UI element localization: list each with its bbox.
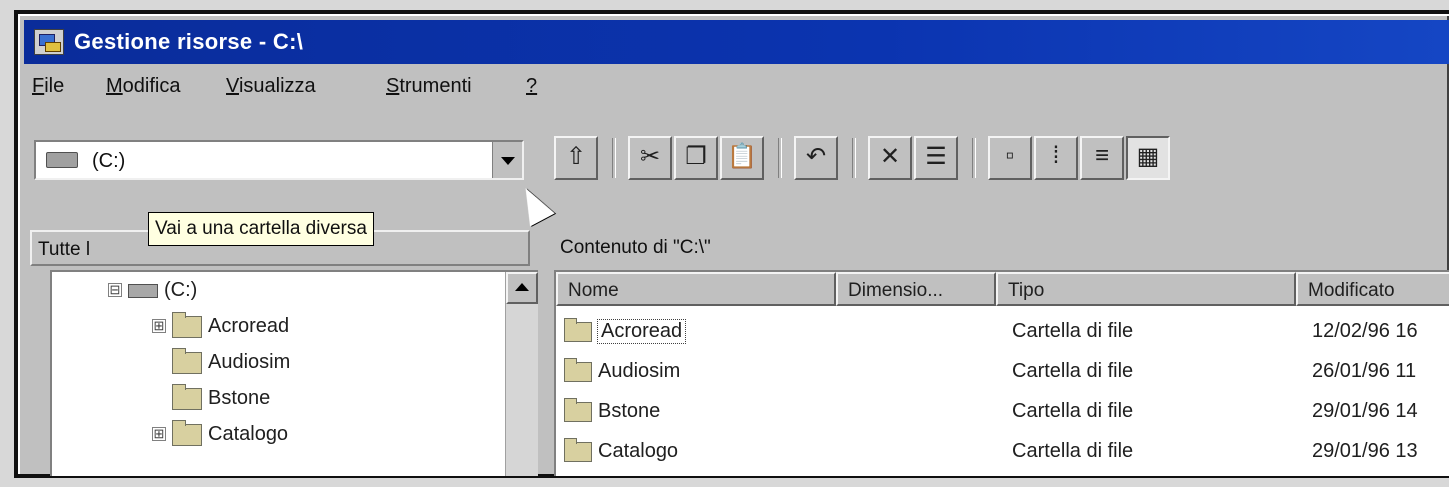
row-name: Bstone	[598, 400, 661, 422]
table-row[interactable]: Audiosim Cartella di file 26/01/96 11	[556, 352, 1449, 390]
folder-icon	[172, 312, 202, 338]
tooltip: Vai a una cartella diversa	[148, 212, 374, 246]
folder-icon	[172, 384, 202, 410]
row-name: Catalogo	[598, 440, 679, 462]
copy-button[interactable]: ❐	[674, 136, 718, 180]
menu-strumenti[interactable]: Strumenti	[386, 75, 472, 98]
tree-item-label: Bstone	[208, 387, 271, 409]
all-folders-label: Tutte l	[38, 239, 91, 260]
cut-button[interactable]: ✂	[628, 136, 672, 180]
small-icons-icon: ⁞	[1052, 142, 1060, 169]
explorer-icon[interactable]	[34, 29, 64, 55]
list-icon: ≡	[1094, 142, 1109, 169]
expand-icon[interactable]: ⊞	[152, 319, 166, 333]
chevron-down-icon[interactable]	[492, 142, 522, 178]
folder-icon	[564, 358, 592, 382]
table-row[interactable]: Catalogo Cartella di file 29/01/96 13	[556, 432, 1449, 470]
menu-bar: File Modifica Visualizza Strumenti ?	[24, 68, 1449, 104]
copy-icon: ❐	[685, 143, 707, 170]
column-header-type[interactable]: Tipo	[996, 272, 1296, 306]
column-header-size[interactable]: Dimensio...	[836, 272, 996, 306]
toolbar-separator	[778, 138, 782, 178]
properties-icon: ☰	[925, 143, 947, 170]
expand-icon[interactable]: ⊞	[152, 427, 166, 441]
file-list[interactable]: Nome Dimensio... Tipo Modificato Acrorea…	[554, 270, 1449, 476]
toolbar-separator	[612, 138, 616, 178]
tree-item-label: Catalogo	[208, 423, 289, 445]
collapse-icon[interactable]: ⊟	[108, 283, 122, 297]
row-modified: 26/01/96 11	[1312, 360, 1417, 382]
folder-icon	[564, 318, 592, 342]
column-header-modified[interactable]: Modificato	[1296, 272, 1449, 306]
cut-icon: ✂	[639, 143, 661, 170]
tree-item-drive-c[interactable]: ⊟ (C:)	[108, 276, 488, 306]
up-folder-icon: ⇧	[565, 143, 587, 170]
menu-modifica[interactable]: Modifica	[106, 75, 180, 98]
list-button[interactable]: ≡	[1080, 136, 1124, 180]
table-row[interactable]: Acroread Cartella di file 12/02/96 16	[556, 312, 1449, 350]
folder-icon	[172, 348, 202, 374]
folder-icon	[172, 420, 202, 446]
address-value: (C:)	[92, 150, 126, 172]
tree-item-label: Acroread	[208, 315, 290, 337]
tree-item-catalogo[interactable]: ⊞ Catalogo	[152, 420, 482, 450]
drive-icon	[128, 284, 158, 298]
row-type: Cartella di file	[1012, 360, 1134, 382]
address-combo[interactable]: (C:)	[34, 140, 524, 180]
up-folder-button[interactable]: ⇧	[554, 136, 598, 180]
delete-button[interactable]: ✕	[868, 136, 912, 180]
row-modified: 12/02/96 16	[1312, 320, 1418, 342]
table-row[interactable]: Bstone Cartella di file 29/01/96 14	[556, 392, 1449, 430]
row-modified: 29/01/96 14	[1312, 400, 1418, 422]
tree-item-bstone[interactable]: Bstone	[152, 384, 482, 414]
row-name: Audiosim	[598, 360, 681, 382]
folder-icon	[564, 398, 592, 422]
window-title: Gestione risorse - C:\	[74, 29, 304, 54]
row-type: Cartella di file	[1012, 320, 1134, 342]
row-name: Acroread	[596, 319, 687, 344]
title-bar[interactable]: Gestione risorse - C:\	[24, 20, 1449, 64]
toolbar-separator	[852, 138, 856, 178]
delete-icon: ✕	[879, 143, 901, 170]
folder-tree[interactable]: ⊟ (C:) ⊞ Acroread Audiosim Bstone ⊞ Cata…	[50, 270, 538, 476]
tree-item-audiosim[interactable]: Audiosim	[152, 348, 482, 378]
undo-icon: ↶	[805, 143, 827, 170]
explorer-window: Gestione risorse - C:\ File Modifica Vis…	[18, 14, 1449, 476]
menu-file[interactable]: File	[32, 75, 64, 98]
menu-help[interactable]: ?	[526, 75, 537, 98]
tree-scrollbar[interactable]	[505, 272, 538, 476]
details-icon: ▦	[1136, 143, 1160, 170]
paste-icon: 📋	[727, 143, 757, 170]
paste-button[interactable]: 📋	[720, 136, 764, 180]
column-header-name[interactable]: Nome	[556, 272, 836, 306]
small-icons-button[interactable]: ⁞	[1034, 136, 1078, 180]
tree-item-label: (C:)	[164, 279, 198, 301]
large-icons-icon: ▫	[1005, 142, 1015, 169]
row-type: Cartella di file	[1012, 400, 1134, 422]
row-modified: 29/01/96 13	[1312, 440, 1418, 462]
toolbar: (C:) ⇧ ✂ ❐ 📋 ↶ ✕ ☰ ▫ ⁞ ≡ ▦	[24, 108, 1449, 218]
contents-label: Contenuto di "C:\"	[560, 237, 711, 258]
toolbar-separator	[972, 138, 976, 178]
large-icons-button[interactable]: ▫	[988, 136, 1032, 180]
drive-icon	[46, 152, 78, 168]
menu-visualizza[interactable]: Visualizza	[226, 75, 316, 98]
tree-item-acroread[interactable]: ⊞ Acroread	[152, 312, 482, 342]
undo-button[interactable]: ↶	[794, 136, 838, 180]
contents-header: Contenuto di "C:\"	[550, 230, 1449, 266]
tree-item-label: Audiosim	[208, 351, 291, 373]
row-type: Cartella di file	[1012, 440, 1134, 462]
folder-icon	[564, 438, 592, 462]
scroll-up-button[interactable]	[506, 272, 538, 304]
details-button[interactable]: ▦	[1126, 136, 1170, 180]
properties-button[interactable]: ☰	[914, 136, 958, 180]
